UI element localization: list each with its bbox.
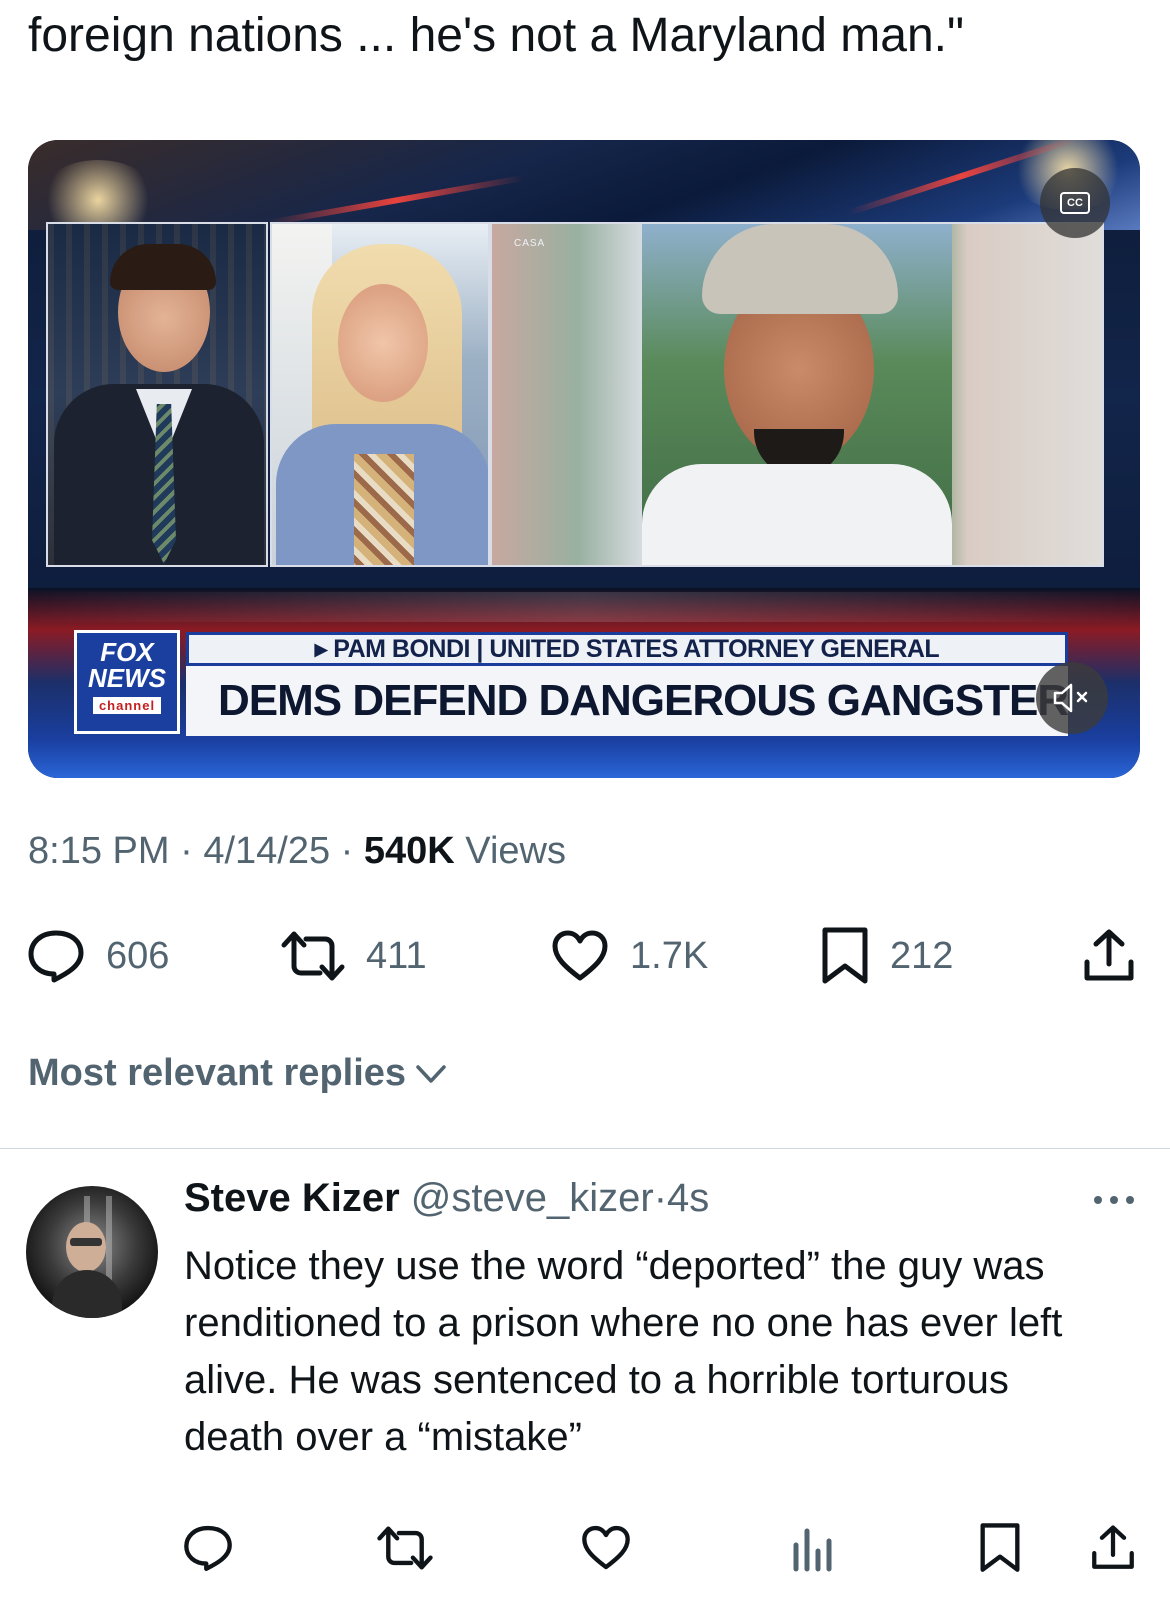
more-icon <box>1094 1196 1134 1204</box>
views-count: 540K <box>363 830 455 872</box>
repost-count: 411 <box>366 934 427 977</box>
bookmark-button[interactable]: 212 <box>820 926 953 986</box>
reply-author-handle[interactable]: @steve_kizer <box>411 1176 654 1220</box>
reply-button[interactable]: 606 <box>26 926 169 986</box>
share-button[interactable] <box>1082 926 1136 986</box>
video-panel-host <box>46 222 268 567</box>
chyron-headline-text: DEMS DEFEND DANGEROUS GANGSTER <box>218 676 1069 725</box>
meta-separator: · <box>180 830 193 872</box>
captions-icon: CC <box>1060 192 1090 214</box>
captions-button[interactable]: CC <box>1040 168 1110 238</box>
reply-time[interactable]: 4s <box>667 1176 709 1220</box>
logo-line-3: channel <box>92 697 162 714</box>
heart-icon <box>552 930 608 981</box>
logo-line-1: FOX <box>100 637 154 667</box>
video-panel-subject: CASA <box>490 222 1104 567</box>
bookmark-count: 212 <box>890 934 954 977</box>
repost-icon <box>377 1526 433 1570</box>
video-panel-guest <box>270 222 490 567</box>
divider <box>0 1148 1170 1149</box>
bookmark-icon <box>980 1523 1020 1572</box>
studio-background <box>28 140 1140 230</box>
video-player[interactable]: CASA CC FOX NEWS channel ▸ PAM BONDI | U… <box>28 140 1140 778</box>
mute-button[interactable] <box>1036 662 1108 734</box>
replies-sort-label: Most relevant replies <box>28 1052 407 1094</box>
share-icon <box>1084 929 1134 981</box>
reply-like-button[interactable] <box>580 1518 632 1578</box>
reply-reply-button[interactable] <box>182 1518 234 1578</box>
repost-button[interactable]: 411 <box>280 926 427 986</box>
reply-icon <box>184 1525 232 1571</box>
reply-count: 606 <box>106 934 170 977</box>
like-count: 1.7K <box>630 934 709 977</box>
chyron-subtitle: ▸ PAM BONDI | UNITED STATES ATTORNEY GEN… <box>186 632 1068 666</box>
tweet-time: 8:15 PM <box>28 830 170 872</box>
views-label: Views <box>465 830 566 872</box>
reply-bookmark-button[interactable] <box>978 1518 1022 1578</box>
reply-icon <box>28 930 84 983</box>
bookmark-icon <box>822 927 868 984</box>
logo-line-2: NEWS <box>88 663 166 693</box>
like-button[interactable]: 1.7K <box>550 926 708 986</box>
reply-text: Notice they use the word “deported” the … <box>184 1244 1063 1459</box>
reply-separator: · <box>653 1176 668 1220</box>
heart-icon <box>582 1525 630 1570</box>
share-icon <box>1092 1525 1134 1569</box>
tweet-meta: 8:15 PM · 4/14/25 · 540K Views <box>28 830 566 873</box>
reply-header: Steve Kizer @steve_kizer·4s <box>184 1176 709 1221</box>
tweet-date: 4/14/25 <box>203 830 331 872</box>
chevron-down-icon <box>416 1064 446 1083</box>
more-options-button[interactable] <box>1090 1190 1138 1215</box>
tweet-text: foreign nations ... he's not a Maryland … <box>28 9 965 62</box>
repost-icon <box>281 931 345 981</box>
reply-views-button[interactable] <box>790 1518 834 1578</box>
volume-muted-icon <box>1053 683 1088 713</box>
chyron-headline: DEMS DEFEND DANGEROUS GANGSTER <box>186 666 1069 736</box>
replies-sort-dropdown[interactable]: Most relevant replies <box>28 1052 448 1095</box>
chyron-subtitle-text: ▸ PAM BONDI | UNITED STATES ATTORNEY GEN… <box>314 635 940 663</box>
reply-author-name[interactable]: Steve Kizer <box>184 1176 400 1220</box>
reply-share-button[interactable] <box>1090 1518 1136 1578</box>
reply-repost-button[interactable] <box>376 1518 434 1578</box>
meta-separator: · <box>340 830 354 872</box>
avatar[interactable] <box>26 1186 158 1318</box>
panel-label: CASA <box>514 238 546 249</box>
band-light <box>28 592 1140 622</box>
analytics-icon <box>793 1528 832 1572</box>
fox-news-logo: FOX NEWS channel <box>74 630 180 734</box>
